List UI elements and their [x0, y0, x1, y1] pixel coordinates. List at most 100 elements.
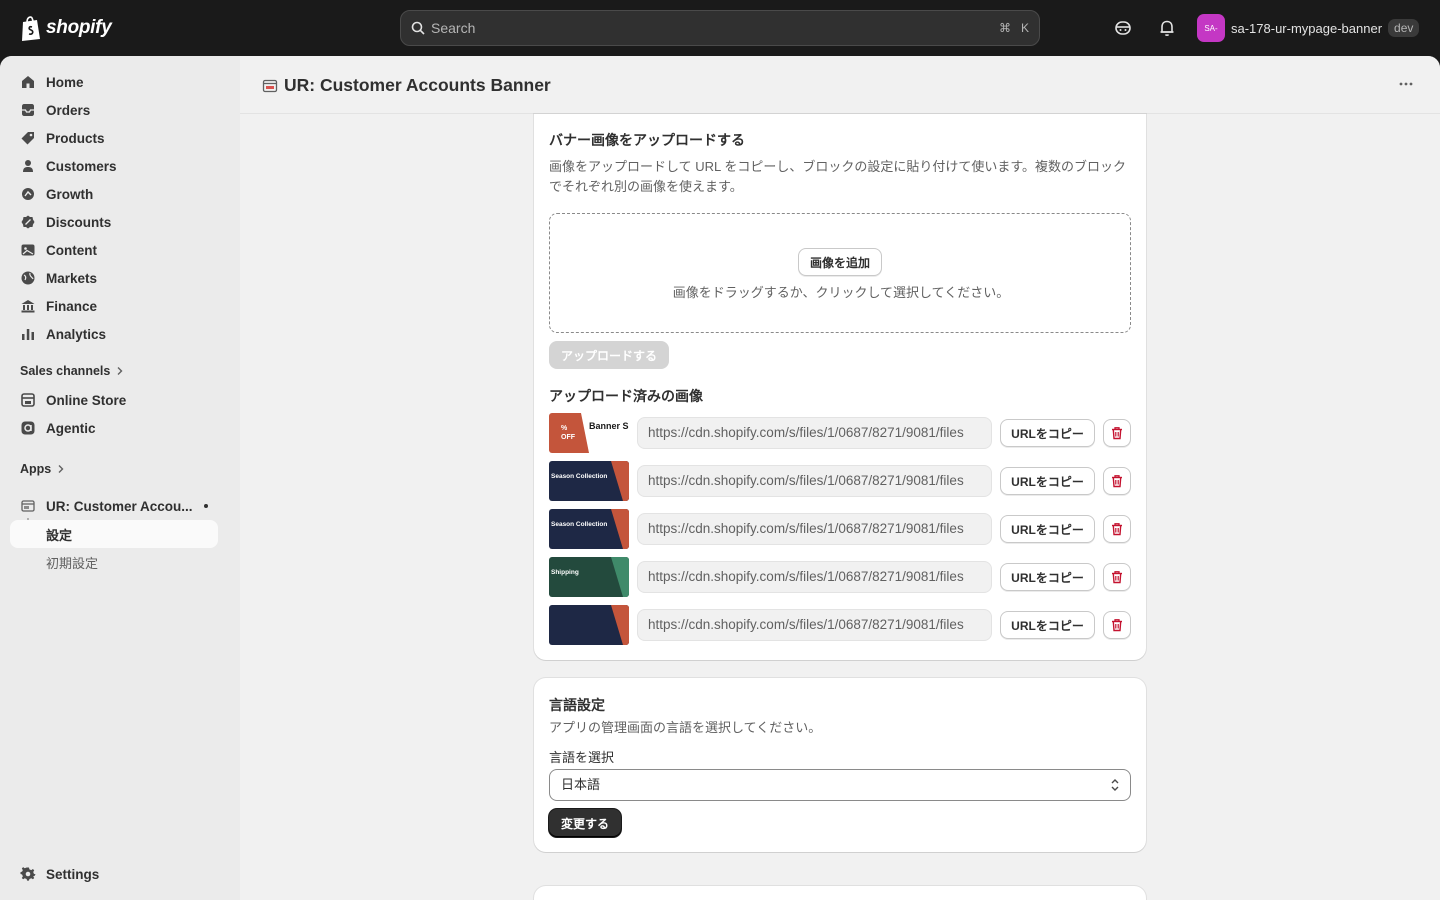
thumbnail-text: Season Collection — [551, 521, 608, 528]
copy-url-button[interactable]: URLをコピー — [1000, 515, 1095, 543]
sidebar-item-label: Home — [46, 74, 84, 90]
sidebar-item-label: Products — [46, 130, 105, 146]
delete-image-button[interactable] — [1103, 515, 1131, 543]
shortcut-key: K — [1020, 21, 1029, 35]
delete-image-button[interactable] — [1103, 467, 1131, 495]
sidebar-item-settings[interactable]: Settings — [10, 860, 218, 888]
image-thumbnail: Shipping — [549, 557, 629, 597]
delete-image-button[interactable] — [1103, 563, 1131, 591]
language-select[interactable]: 日本語 — [549, 769, 1131, 801]
select-caret-icon — [1111, 779, 1119, 791]
delete-image-button[interactable] — [1103, 419, 1131, 447]
growth-icon — [22, 188, 34, 200]
trash-icon — [1112, 523, 1122, 536]
sidebar-item-label: Markets — [46, 270, 98, 286]
logo-wordmark: shopify — [46, 17, 112, 38]
search-input[interactable]: Search ⌘ K — [400, 10, 1040, 46]
sidebar-item-discounts[interactable]: Discounts — [10, 208, 218, 236]
more-actions-icon[interactable] — [1398, 76, 1414, 92]
orders-icon — [22, 104, 34, 116]
add-image-button[interactable]: 画像を追加 — [798, 248, 882, 276]
language-card-title: 言語設定 — [549, 697, 605, 713]
discounts-icon — [21, 215, 35, 229]
thumbnail-text: Shipping — [551, 569, 579, 576]
image-url-field[interactable]: https://cdn.shopify.com/s/files/1/0687/8… — [637, 417, 992, 449]
shortcut-cmd: ⌘ — [998, 21, 1011, 35]
copy-url-button[interactable]: URLをコピー — [1000, 467, 1095, 495]
sidebar-item-label: Customers — [46, 158, 117, 174]
apps-heading[interactable]: Apps — [20, 462, 65, 476]
dev-badge: dev — [1388, 19, 1420, 37]
image-thumbnail — [549, 605, 629, 645]
sidebar-item-markets[interactable]: Markets — [10, 264, 218, 292]
markets-icon — [21, 271, 35, 285]
uploaded-image-row: % OFF Banner S https://cdn.shopify.com/s/f… — [549, 413, 1131, 453]
bell-icon[interactable] — [1157, 18, 1177, 38]
avatar: SA- — [1197, 14, 1225, 42]
search-placeholder: Search — [431, 20, 476, 36]
sidebar-item-label: Content — [46, 242, 97, 258]
store-name: sa-178-ur-mypage-banner — [1231, 20, 1383, 36]
delete-image-button[interactable] — [1103, 611, 1131, 639]
sidebar-item-products[interactable]: Products — [10, 124, 218, 152]
shopify-logo[interactable]: shopify — [20, 15, 112, 41]
trash-icon — [1112, 571, 1122, 584]
sidebar-item-app[interactable]: UR: Customer Accou... — [10, 492, 218, 520]
uploaded-image-row: Season Collection https://cdn.shopify.com… — [549, 461, 1131, 501]
sidebar-item-content[interactable]: Content — [10, 236, 218, 264]
sidebar-item-online-store[interactable]: Online Store — [10, 386, 218, 414]
sidebar-item-growth[interactable]: Growth — [10, 180, 218, 208]
thumbnail-badge: % OFF — [561, 425, 575, 441]
sidebar-item-agentic[interactable]: Agentic — [10, 414, 218, 442]
sidebar-item-customers[interactable]: Customers — [10, 152, 218, 180]
app-pinned-dot — [204, 504, 208, 508]
image-dropzone[interactable]: 画像を追加 画像をドラッグするか、クリックして選択してください。 — [549, 213, 1131, 333]
copy-url-button[interactable]: URLをコピー — [1000, 611, 1095, 639]
chevron-right-icon — [117, 367, 123, 375]
trash-icon — [1112, 475, 1122, 488]
online-store-icon — [21, 393, 35, 407]
main-content: UR: Customer Accounts Banner バナー画像をアップロー… — [240, 56, 1440, 900]
search-icon — [411, 21, 425, 35]
trash-icon — [1112, 619, 1122, 632]
change-language-button[interactable]: 変更する — [549, 809, 621, 837]
upload-button[interactable]: アップロードする — [549, 341, 669, 369]
language-card: 言語設定 アプリの管理画面の言語を選択してください。 言語を選択 日本語 変更す… — [534, 678, 1146, 852]
sidebar-item-label: Orders — [46, 102, 91, 118]
sidebar-item-home[interactable]: Home — [10, 68, 218, 96]
uploaded-image-row: https://cdn.shopify.com/s/files/1/0687/8… — [549, 605, 1131, 645]
thumbnail-text: Banner S — [589, 421, 629, 431]
next-card — [534, 886, 1146, 900]
sidebar-item-label: Agentic — [46, 420, 96, 436]
sales-channels-heading[interactable]: Sales channels — [20, 364, 124, 378]
copy-url-button[interactable]: URLをコピー — [1000, 563, 1095, 591]
sidekick-icon[interactable] — [1113, 18, 1133, 38]
gear-icon — [20, 867, 36, 881]
upload-card: バナー画像をアップロードする 画像をアップロードして URL をコピーし、ブロッ… — [534, 114, 1146, 660]
app-icon — [21, 500, 35, 512]
copy-url-button[interactable]: URLをコピー — [1000, 419, 1095, 447]
sidebar-item-finance[interactable]: Finance — [10, 292, 218, 320]
sidebar-subitem-initial-setup[interactable]: 初期設定 — [10, 548, 218, 576]
sidebar-item-label: Finance — [46, 298, 98, 314]
language-select-label: 言語を選択 — [549, 750, 615, 765]
account-menu[interactable]: SA- sa-178-ur-mypage-banner dev — [1197, 14, 1420, 42]
content-icon — [21, 244, 35, 256]
image-url-field[interactable]: https://cdn.shopify.com/s/files/1/0687/8… — [637, 513, 992, 545]
sidebar-item-label: UR: Customer Accou... — [46, 498, 193, 514]
image-url-field[interactable]: https://cdn.shopify.com/s/files/1/0687/8… — [637, 465, 992, 497]
language-description: アプリの管理画面の言語を選択してください。 — [549, 720, 822, 735]
sidebar: Home Orders Products Customers Growth Di… — [0, 56, 240, 900]
app-title-icon — [262, 79, 278, 93]
sidebar-item-analytics[interactable]: Analytics — [10, 320, 218, 348]
sidebar-item-orders[interactable]: Orders — [10, 96, 218, 124]
top-bar: shopify Search ⌘ K SA- sa-178-ur-mypage-… — [0, 0, 1440, 56]
sidebar-subitem-settings[interactable]: 設定 — [10, 520, 218, 548]
drop-hint: 画像をドラッグするか、クリックして選択してください。 — [672, 285, 1010, 300]
image-url-field[interactable]: https://cdn.shopify.com/s/files/1/0687/8… — [637, 609, 992, 641]
image-url-field[interactable]: https://cdn.shopify.com/s/files/1/0687/8… — [637, 561, 992, 593]
uploaded-images-heading: アップロード済みの画像 — [549, 388, 703, 404]
finance-icon — [21, 300, 35, 313]
sidebar-item-label: Online Store — [46, 392, 127, 408]
products-icon — [21, 132, 34, 145]
